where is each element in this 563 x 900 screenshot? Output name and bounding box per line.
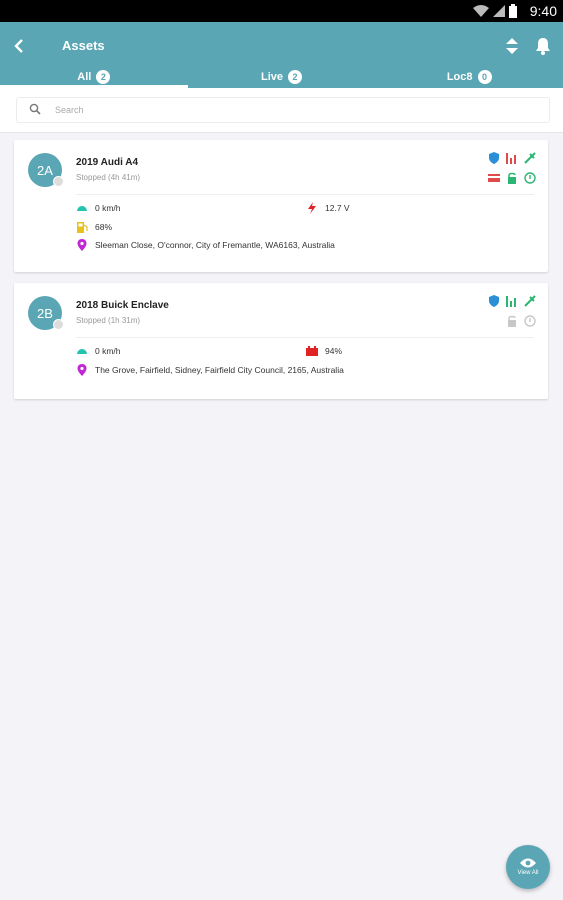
tab-loc8[interactable]: Loc8 0 [375, 66, 563, 88]
asset-name: 2019 Audi A4 [76, 157, 139, 168]
speed-value: 0 km/h [95, 203, 121, 213]
page-title: Assets [62, 38, 105, 53]
tab-count-badge: 2 [288, 70, 303, 84]
speed-row: 0 km/h [76, 345, 121, 357]
power-icon [524, 172, 536, 184]
asset-status-icons-row2 [488, 172, 536, 184]
notification-bell-icon[interactable] [535, 37, 551, 55]
avatar: 2B [28, 296, 64, 330]
lock-icon [508, 315, 516, 327]
shield-icon [489, 152, 499, 164]
car-battery-icon [306, 346, 318, 356]
speedometer-icon [77, 206, 87, 211]
asset-status-icons [488, 295, 536, 307]
tab-label: All [77, 71, 92, 83]
avatar: 2A [28, 153, 64, 187]
signal-icon [506, 296, 516, 307]
speed-row: 0 km/h [76, 202, 121, 214]
tab-all[interactable]: All 2 [0, 66, 188, 88]
sort-icon[interactable] [505, 37, 519, 55]
speedometer-icon [77, 349, 87, 354]
cell-signal-icon [493, 5, 505, 17]
battery-value: 94% [325, 346, 343, 356]
fuel-icon [77, 222, 88, 233]
app-bar: Assets All 2 Live 2 Loc8 0 [0, 22, 563, 88]
asset-card[interactable]: 2B 2018 Buick Enclave Stopped (1h 31m) 0… [14, 283, 548, 399]
location-pin-icon [77, 364, 87, 376]
shield-icon [489, 295, 499, 307]
search-box [16, 97, 550, 123]
card-icon [488, 174, 500, 182]
voltage-value: 12.7 V [325, 203, 350, 213]
search-icon [29, 103, 41, 115]
search-bar [0, 88, 563, 133]
status-bar: 9:40 [0, 0, 563, 22]
tab-label: Live [261, 71, 284, 83]
status-icons [473, 4, 517, 18]
divider [76, 194, 534, 195]
asset-status: Stopped (1h 31m) [76, 316, 141, 325]
battery-row: 94% [306, 345, 342, 357]
eye-icon [520, 858, 536, 868]
asset-status-icons [488, 152, 536, 164]
tab-bar: All 2 Live 2 Loc8 0 [0, 66, 563, 88]
signal-icon [506, 153, 516, 164]
view-all-label: View All [517, 870, 539, 876]
address-row: The Grove, Fairfield, Sidney, Fairfield … [76, 364, 344, 376]
location-pin-icon [77, 239, 87, 251]
avatar-initials: 2A [37, 162, 53, 178]
online-status-dot [53, 176, 64, 187]
asset-name: 2018 Buick Enclave [76, 300, 169, 311]
asset-status: Stopped (4h 41m) [76, 173, 141, 182]
address-text: Sleeman Close, O'connor, City of Fremant… [95, 240, 335, 250]
speed-value: 0 km/h [95, 346, 121, 356]
asset-status-icons-row2 [506, 315, 536, 327]
battery-icon [509, 4, 517, 18]
asset-card[interactable]: 2A 2019 Audi A4 Stopped (4h 41m) 0 km/h … [14, 140, 548, 272]
gps-antenna-icon [524, 295, 536, 307]
address-row: Sleeman Close, O'connor, City of Fremant… [76, 239, 335, 251]
voltage-bolt-icon [308, 202, 316, 214]
back-arrow-icon[interactable] [10, 36, 30, 56]
tab-live[interactable]: Live 2 [188, 66, 376, 88]
tab-label: Loc8 [446, 71, 473, 83]
voltage-row: 12.7 V [306, 202, 350, 214]
fuel-row: 68% [76, 221, 112, 233]
address-text: The Grove, Fairfield, Sidney, Fairfield … [95, 365, 344, 375]
tab-count-badge: 2 [96, 70, 111, 84]
online-status-dot [53, 319, 64, 330]
power-icon [524, 315, 536, 327]
view-all-button[interactable]: View All [506, 845, 550, 889]
wifi-icon [473, 5, 489, 17]
lock-icon [508, 172, 516, 184]
gps-antenna-icon [524, 152, 536, 164]
fuel-value: 68% [95, 222, 113, 232]
avatar-initials: 2B [37, 305, 53, 321]
search-input[interactable] [53, 101, 537, 119]
tab-count-badge: 0 [477, 70, 492, 84]
divider [76, 337, 534, 338]
clock: 9:40 [529, 3, 557, 19]
